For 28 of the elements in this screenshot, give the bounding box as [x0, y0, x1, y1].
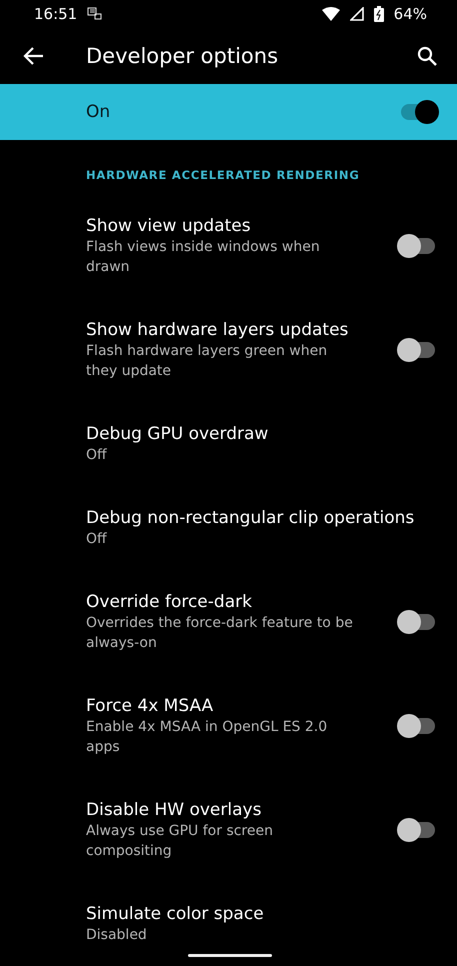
setting-summary: Flash views inside windows when drawn [86, 238, 321, 277]
setting-summary: Off [86, 446, 108, 465]
setting-title[interactable]: Debug GPU overdraw [86, 423, 435, 445]
setting-title[interactable]: Simulate color space [86, 903, 435, 925]
search-icon[interactable] [417, 46, 437, 66]
signal-icon [350, 6, 364, 21]
setting-title[interactable]: Show hardware layers updates [86, 319, 379, 341]
battery-percentage: 64% [394, 4, 427, 23]
battery-icon [374, 6, 384, 22]
master-switch-bar[interactable]: On [0, 84, 457, 140]
master-switch-label: On [86, 102, 112, 122]
setting-title[interactable]: Force 4x MSAA [86, 695, 379, 717]
setting-title[interactable]: Disable HW overlays [86, 799, 379, 821]
clock: 16:51 [34, 4, 78, 23]
setting-title[interactable]: Debug non-rectangular clip operations [86, 507, 435, 529]
setting-summary: Disabled [86, 926, 148, 945]
setting-summary: Off [86, 530, 108, 549]
setting-title[interactable]: Override force-dark [86, 591, 379, 613]
setting-summary: Enable 4x MSAA in OpenGL ES 2.0 apps [86, 718, 328, 757]
back-arrow-icon[interactable] [22, 46, 44, 66]
setting-summary: Overrides the force-dark feature to be always-on [86, 614, 354, 653]
wifi-icon [322, 6, 340, 21]
section-header: HARDWARE ACCELERATED RENDERING [85, 167, 361, 184]
setting-summary: Always use GPU for screen compositing [86, 822, 274, 861]
setting-summary: Flash hardware layers green when they update [86, 342, 328, 381]
screen-title: Developer options [86, 44, 280, 68]
setting-title[interactable]: Show view updates [86, 215, 379, 237]
notification-icon [87, 6, 102, 22]
